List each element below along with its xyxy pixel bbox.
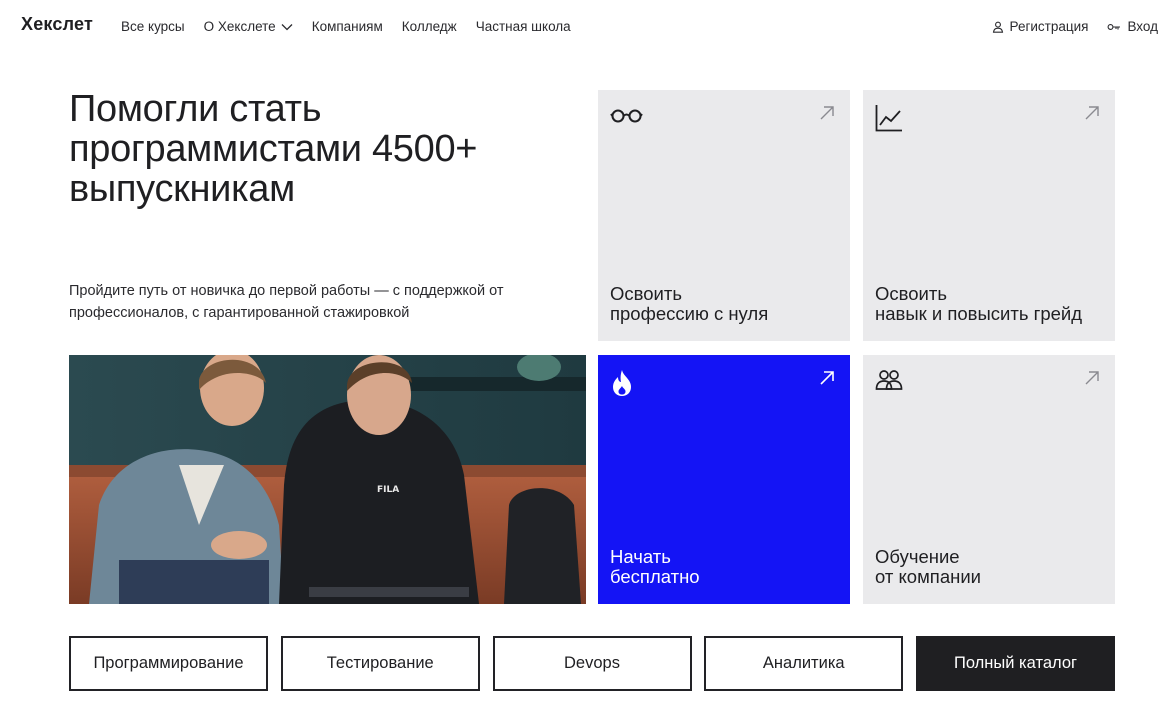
category-programming-button[interactable]: Программирование: [69, 636, 268, 691]
chevron-down-icon: [281, 19, 293, 34]
chart-line-icon: [875, 104, 903, 137]
card-label: Освоить профессию с нуля: [610, 283, 769, 324]
nav-item-college[interactable]: Колледж: [402, 19, 457, 34]
svg-text:FILA: FILA: [377, 485, 399, 495]
category-devops-button[interactable]: Devops: [492, 636, 692, 691]
category-analytics-button[interactable]: Аналитика: [704, 636, 904, 691]
nav-item-label: Компаниям: [311, 19, 383, 34]
arrow-up-right-icon: [1084, 370, 1100, 391]
login-link[interactable]: Вход: [1107, 19, 1158, 34]
arrow-up-right-icon: [819, 105, 835, 126]
user-icon: [992, 21, 1003, 33]
arrow-up-right-icon: [1084, 105, 1100, 126]
glasses-icon: [610, 104, 644, 129]
nav-item-label: Частная школа: [475, 19, 571, 34]
category-testing-button[interactable]: Тестирование: [280, 636, 480, 691]
main-nav: Все курсы О Хекслете Компаниям Колледж Ч…: [121, 19, 590, 34]
nav-item-label: Все курсы: [121, 19, 185, 34]
register-label: Регистрация: [1009, 19, 1089, 34]
nav-item-all-courses[interactable]: Все курсы: [121, 19, 185, 34]
card-label: Начать бесплатно: [610, 546, 700, 587]
site-header: Хекслет Все курсы О Хекслете Компаниям К…: [0, 0, 1176, 56]
auth-links: Регистрация Вход: [973, 19, 1158, 34]
card-start-free[interactable]: Начать бесплатно: [598, 355, 850, 604]
nav-item-label: О Хекслете: [203, 19, 276, 34]
fire-icon: [610, 369, 634, 402]
category-buttons: Программирование Тестирование Devops Ана…: [69, 636, 1115, 691]
hero-photo: FILA: [69, 355, 586, 604]
card-label: Освоить навык и повысить грейд: [875, 283, 1083, 324]
nav-item-private-school[interactable]: Частная школа: [476, 19, 571, 34]
key-icon: [1108, 23, 1121, 30]
arrow-up-right-icon: [819, 370, 835, 391]
nav-item-about[interactable]: О Хекслете: [204, 19, 293, 34]
hero-subtitle: Пройдите путь от новичка до первой работ…: [69, 283, 504, 321]
hero-title: Помогли стать программистами 4500+ выпус…: [69, 88, 478, 210]
users-icon: [875, 369, 903, 396]
login-label: Вход: [1127, 19, 1158, 34]
card-label: Обучение от компании: [875, 546, 981, 587]
register-link[interactable]: Регистрация: [992, 19, 1089, 34]
nav-item-label: Колледж: [401, 19, 457, 34]
nav-item-companies[interactable]: Компаниям: [312, 19, 383, 34]
card-learn-profession[interactable]: Освоить профессию с нуля: [598, 90, 850, 341]
card-company-training[interactable]: Обучение от компании: [863, 355, 1115, 604]
full-catalog-button[interactable]: Полный каталог: [916, 636, 1115, 691]
card-upgrade-skill[interactable]: Освоить навык и повысить грейд: [863, 90, 1115, 341]
students-photo: FILA: [69, 355, 586, 604]
logo[interactable]: Хекслет: [21, 14, 93, 35]
